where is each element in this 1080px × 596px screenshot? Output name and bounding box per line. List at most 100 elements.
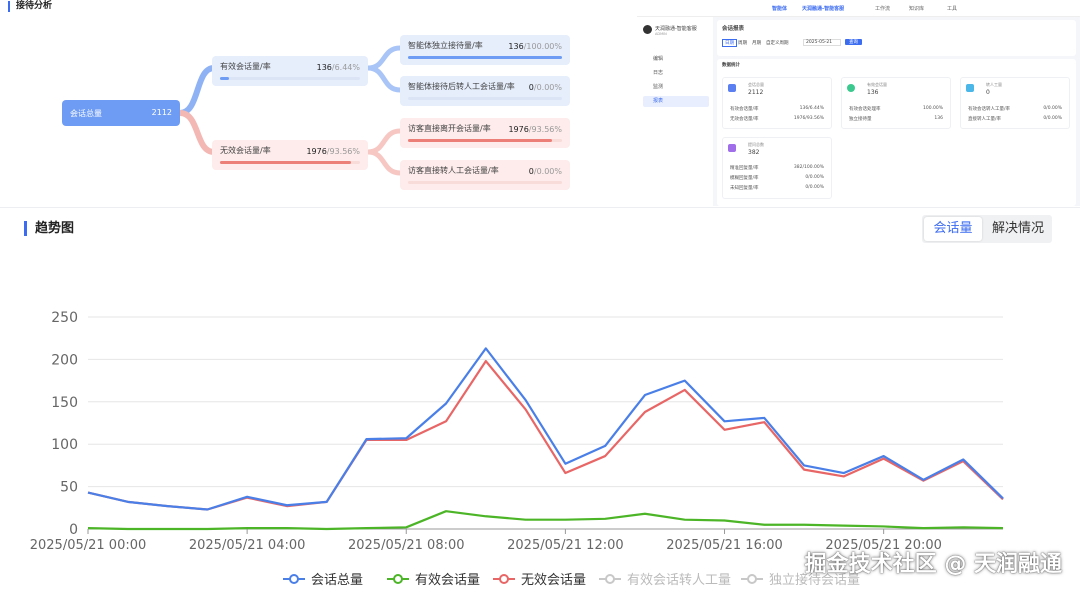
node-agent-transfer: 智能体接待后转人工会话量/率 0/0.00%	[400, 76, 570, 106]
mini-report-header: 会话报表 日期 周期 月期 自定义周期 2025-05-21 查询	[717, 20, 1076, 56]
node-agent-independent: 智能体独立接待量/率 136/100.00%	[400, 35, 570, 65]
node-visitor-transfer-label: 访客直接转人工会话量/率	[408, 166, 499, 175]
x-tick-label: 2025/05/21 08:00	[348, 538, 465, 553]
tab-session-volume[interactable]: 会话量	[924, 217, 982, 241]
x-tick-label: 2025/05/21 12:00	[507, 538, 624, 553]
node-invalid-pct: /93.56%	[326, 147, 360, 156]
tab-resolution[interactable]: 解决情况	[986, 217, 1050, 241]
mini-stat-questions-row-1: 精准回复量/率 382/100.00%	[730, 165, 824, 171]
mini-date-input[interactable]: 2025-05-21	[803, 39, 841, 46]
mini-org-sub: ADMIN	[655, 32, 667, 36]
y-tick-label: 0	[69, 522, 78, 538]
node-invalid-sessions: 无效会话量/率 1976/93.56%	[212, 140, 368, 170]
mini-nav-agent[interactable]: 智能体	[772, 5, 787, 12]
mini-stat-questions-row-3: 未知回复量/率 0/0.00%	[730, 185, 824, 191]
node-agent-independent-pct: /100.00%	[523, 42, 562, 51]
node-visitor-transfer-pct: /0.00%	[533, 167, 562, 176]
node-valid-sessions: 有效会话量/率 136/6.44%	[212, 56, 368, 86]
mini-sidebar-item-log[interactable]: 日志	[643, 68, 709, 79]
watermark: 掘金技术社区 @ 天润融通	[804, 552, 1062, 577]
mini-sidebar-item-monitor[interactable]: 监测	[643, 82, 709, 93]
node-valid-bar	[220, 77, 230, 80]
node-valid-label: 有效会话量/率	[220, 62, 271, 71]
reception-analysis-panel: 接待分析 会话总量 2112 有效会话量/率 136/6.44% 无效会话量/率…	[0, 0, 634, 206]
node-invalid-label: 无效会话量/率	[220, 146, 271, 155]
mini-stat-transfer-icon	[966, 84, 974, 92]
mini-stat-total-title: 会话总量	[748, 82, 764, 87]
series-line-0	[87, 347, 1004, 511]
mini-nav-org[interactable]: 天润融通-智能客服	[802, 5, 844, 12]
node-total-value: 2112	[151, 108, 172, 117]
mini-sidebar-item-report[interactable]: 报表	[643, 96, 709, 107]
series-line-1	[87, 510, 1004, 531]
node-visitor-leave-bar	[408, 139, 553, 142]
mini-sidebar-edit-label: 编辑	[653, 56, 664, 62]
mini-filter-week[interactable]: 周期	[738, 40, 747, 46]
trend-title: 趋势图	[24, 221, 74, 236]
mini-stat-transfer-value: 0	[986, 89, 990, 96]
mini-sidebar-log-label: 日志	[653, 70, 664, 76]
mini-stat-transfer-row-2: 直接转人工量/率 0/0.00%	[968, 116, 1062, 122]
node-agent-transfer-label: 智能体接待后转人工会话量/率	[408, 82, 515, 91]
mini-section-label: 数据统计	[722, 63, 740, 68]
node-agent-independent-bar	[408, 56, 562, 59]
node-agent-independent-label: 智能体独立接待量/率	[408, 41, 483, 50]
mini-stat-valid-icon	[847, 84, 855, 92]
mini-nav-tools[interactable]: 工具	[947, 5, 957, 12]
mini-stat-total-icon	[728, 84, 736, 92]
mini-stat-questions-value: 382	[748, 149, 760, 156]
mini-stat-card-valid: 有效会话量 136 有效会话处理率 100.00% 独立接待量 136	[841, 77, 951, 129]
mini-filter-custom[interactable]: 自定义周期	[766, 40, 789, 46]
node-total-sessions: 会话总量 2112	[62, 100, 180, 126]
mini-sidebar-item-edit[interactable]: 编辑	[643, 54, 709, 65]
legend-label[interactable]: 有效会话转人工量	[627, 573, 731, 588]
mini-top-nav: 智能体 天润融通-智能客服 工作流 知识库 工具	[637, 0, 1080, 17]
legend-swatch-marker	[289, 574, 299, 584]
node-invalid-value: 1976	[306, 147, 327, 156]
y-tick-label: 100	[51, 437, 78, 453]
mini-stat-valid-row-2: 独立接待量 136	[849, 116, 943, 122]
mini-sidebar-report-label: 报表	[653, 98, 664, 104]
mini-stat-total-row-2: 无效会话量/率 1976/93.56%	[730, 116, 824, 122]
mini-stat-total-row-1: 有效会话量/率 136/6.44%	[730, 106, 824, 112]
report-screenshot-panel: 智能体 天润融通-智能客服 工作流 知识库 工具 天润融通-智能客服 ADMIN…	[637, 0, 1080, 206]
mini-query-button[interactable]: 查询	[845, 39, 862, 45]
mini-report-title: 会话报表	[722, 26, 745, 32]
x-tick-label: 2025/05/21 04:00	[189, 538, 306, 553]
node-visitor-leave-label: 访客直接离开会话量/率	[408, 124, 491, 133]
y-tick-label: 50	[60, 480, 78, 496]
mini-org-avatar	[643, 25, 652, 34]
legend-label[interactable]: 会话总量	[311, 573, 363, 588]
mini-stat-questions-icon	[728, 144, 736, 152]
node-visitor-transfer: 访客直接转人工会话量/率 0/0.00%	[400, 160, 570, 190]
trend-divider	[0, 207, 1080, 208]
mini-stat-valid-title: 有效会话量	[867, 82, 887, 87]
mini-nav-knowledge[interactable]: 知识库	[909, 5, 924, 12]
legend-swatch-marker	[499, 574, 509, 584]
node-total-label: 会话总量	[70, 109, 102, 118]
node-agent-independent-value: 136	[508, 42, 524, 51]
node-valid-value: 136	[316, 63, 332, 72]
legend-swatch-marker	[605, 574, 615, 584]
legend-swatch-marker	[747, 574, 757, 584]
legend-swatch-marker	[393, 574, 403, 584]
mini-filter-day[interactable]: 日期	[722, 39, 737, 47]
legend-label[interactable]: 无效会话量	[521, 573, 586, 588]
y-tick-label: 250	[51, 310, 78, 326]
mini-stat-transfer-title: 转人工量	[986, 82, 1002, 87]
mini-stats-area: 数据统计 会话总量 2112 有效会话量/率 136/6.44% 无效会话量/率 1…	[717, 59, 1076, 206]
trend-section: 趋势图 会话量 解决情况 0 50 100 150 200 250 2025/05/21 0…	[0, 207, 1080, 596]
mini-sidebar-monitor-label: 监测	[653, 84, 664, 90]
x-tick-label: 2025/05/21 16:00	[666, 538, 783, 553]
legend-label[interactable]: 有效会话量	[415, 573, 480, 588]
mini-stat-questions-row-2: 模糊回复量/率 0/0.00%	[730, 175, 824, 181]
node-visitor-leave-pct: /93.56%	[528, 125, 562, 134]
mini-stat-valid-row-1: 有效会话处理率 100.00%	[849, 106, 943, 112]
mini-filter-month[interactable]: 月期	[752, 40, 761, 46]
mini-sidebar: 天润融通-智能客服 ADMIN 编辑 日志 监测 报表	[637, 17, 713, 206]
trend-tabs: 会话量 解决情况	[922, 215, 1052, 243]
node-agent-transfer-pct: /0.00%	[533, 83, 562, 92]
node-valid-pct: /6.44%	[331, 63, 360, 72]
mini-stat-total-value: 2112	[748, 89, 764, 96]
mini-nav-workflow[interactable]: 工作流	[875, 5, 890, 12]
